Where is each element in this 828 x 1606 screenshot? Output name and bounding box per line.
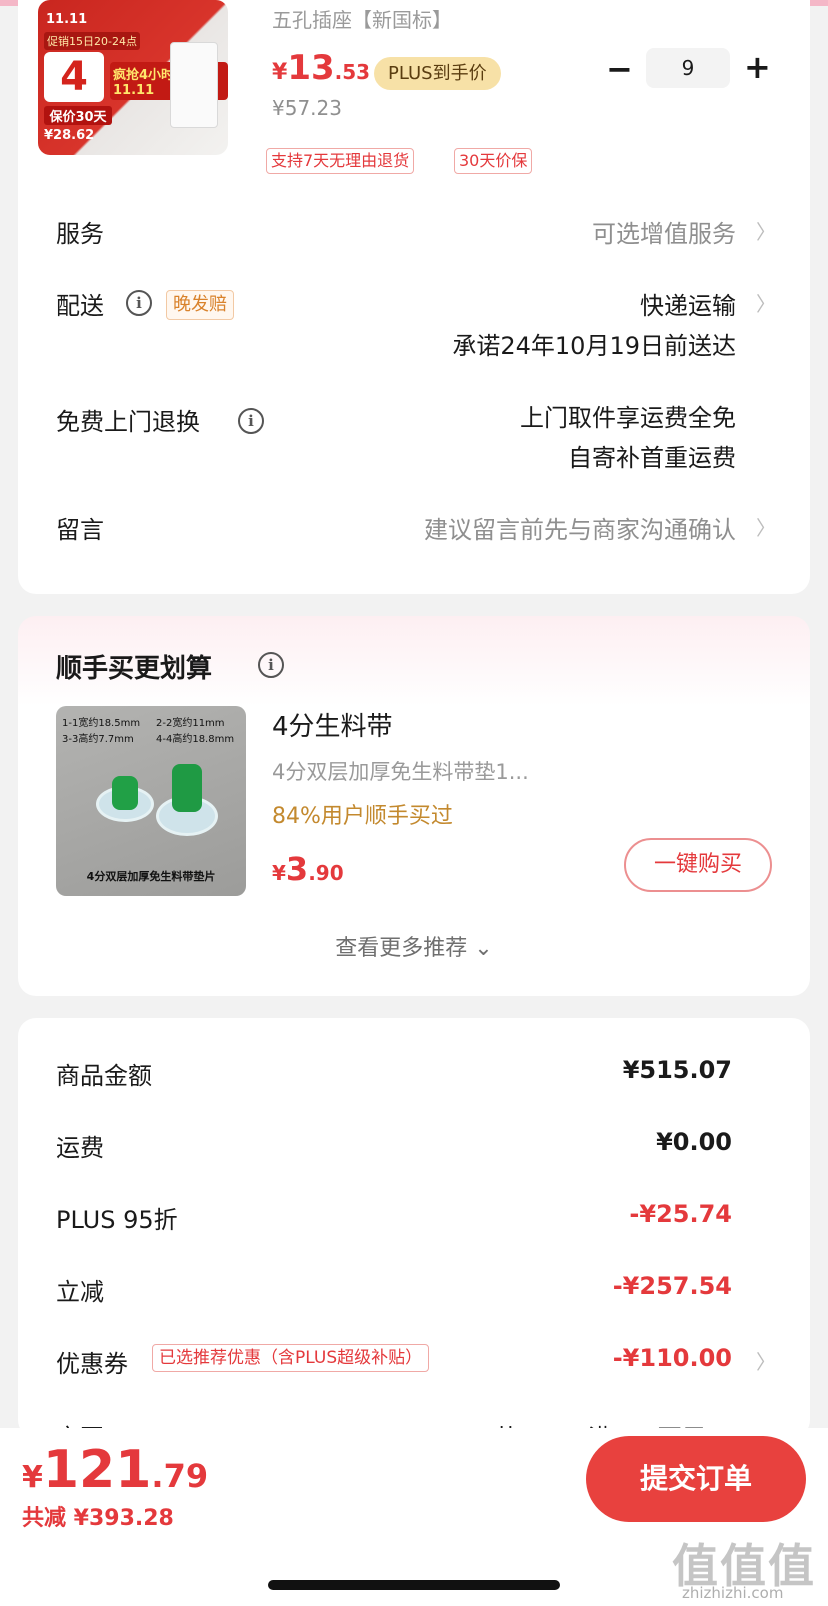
plus-discount-value: -¥25.74 [629, 1200, 732, 1228]
coupon-value[interactable]: -¥110.00 [613, 1344, 732, 1372]
shipping-value: ¥0.00 [656, 1128, 732, 1156]
total-price: ¥121.79 [22, 1440, 208, 1500]
price-currency: ¥ [272, 861, 286, 885]
site-watermark-url: zhizhizhi.com [682, 1584, 784, 1602]
instant-cut-value: -¥257.54 [612, 1272, 732, 1300]
coupon-label: 优惠券 [56, 1350, 128, 1378]
decrease-qty-button[interactable]: − [606, 50, 633, 88]
price-dec: .79 [151, 1457, 209, 1495]
discount-number: 4 [44, 52, 104, 102]
home-indicator[interactable] [268, 1580, 560, 1590]
product-title[interactable]: 五孔插座【新国标】 [272, 4, 452, 33]
total-saved: 共减 ¥393.28 [22, 1506, 174, 1531]
washer-core-image [112, 776, 138, 810]
price-int: 121 [42, 1440, 152, 1500]
increase-qty-button[interactable]: + [744, 48, 771, 86]
recommend-title: 顺手买更划算 [56, 654, 213, 684]
original-price: ¥57.23 [272, 96, 342, 120]
instant-cut-label: 立减 [56, 1278, 104, 1306]
recommend-price: ¥3.90 [272, 850, 344, 888]
info-icon[interactable]: i [238, 408, 264, 434]
goods-amount-value: ¥515.07 [622, 1056, 732, 1084]
quantity-field[interactable]: 9 [646, 48, 730, 88]
thumb-price: ¥28.62 [44, 128, 95, 143]
more-recommend-link[interactable]: 查看更多推荐 ⌄ [0, 930, 828, 962]
chevron-right-icon[interactable]: 〉 [756, 216, 776, 245]
socket-image [170, 42, 218, 128]
spec-text-2: 2-2宽约11mm [156, 718, 225, 729]
chevron-right-icon[interactable]: 〉 [756, 288, 776, 317]
product-thumbnail[interactable]: 11.11 促销15日20-24点 4 疯抢4小时 同价11.11 保价30天 … [38, 0, 228, 155]
price-dec: .53 [334, 60, 371, 84]
delivery-promise: 承诺24年10月19日前送达 [452, 332, 736, 360]
shipping-label: 运费 [56, 1134, 104, 1162]
service-value[interactable]: 可选增值服务 [592, 214, 736, 249]
price-currency: ¥ [272, 60, 288, 85]
service-label: 服务 [56, 220, 104, 248]
recommend-name[interactable]: 4分生料带 [272, 706, 393, 743]
thumbnail-caption: 4分双层加厚免生料带垫片 [86, 870, 216, 883]
delivery-label: 配送 [56, 292, 104, 320]
price-int: 13 [287, 48, 335, 88]
submit-order-button[interactable]: 提交订单 [586, 1436, 806, 1522]
delivery-method[interactable]: 快递运输 [640, 286, 736, 321]
spec-text-1: 1-1宽约18.5mm [62, 718, 141, 729]
goods-amount-label: 商品金额 [56, 1062, 152, 1090]
promo-banner: 11.11 [46, 12, 88, 27]
spec-text-4: 4-4高约18.8mm [156, 734, 235, 745]
price-currency: ¥ [22, 1460, 43, 1495]
price-int: 3 [285, 850, 309, 888]
recommend-desc: 4分双层加厚免生料带垫1... [272, 760, 529, 784]
free-return-label: 免费上门退换 [56, 408, 200, 436]
late-compensation-tag: 晚发赔 [166, 290, 234, 320]
price-dec: .90 [308, 861, 344, 885]
product-price: ¥13.53 [272, 48, 370, 88]
plus-discount-label: PLUS 95折 [56, 1206, 178, 1234]
coupon-selected-tag: 已选推荐优惠（含PLUS超级补贴） [152, 1344, 430, 1372]
recommend-thumbnail[interactable]: 1-1宽约18.5mm 2-2宽约11mm 3-3高约7.7mm 4-4高约18… [56, 706, 246, 896]
recommend-percent: 84%用户顺手买过 [272, 804, 453, 829]
washer-core-image [172, 764, 202, 812]
chevron-right-icon[interactable]: 〉 [756, 512, 776, 541]
guarantee-label: 保价30天 [44, 106, 112, 125]
free-return-value-1: 上门取件享运费全免 [520, 404, 736, 432]
price-protect-tag: 30天价保 [454, 148, 533, 174]
chevron-right-icon[interactable]: 〉 [756, 1346, 776, 1375]
plus-price-badge: PLUS到手价 [374, 57, 501, 90]
info-icon[interactable]: i [258, 652, 284, 678]
note-input[interactable]: 建议留言前先与商家沟通确认 [424, 510, 736, 545]
spec-text-3: 3-3高约7.7mm [62, 734, 134, 745]
return-policy-tag: 支持7天无理由退货 [266, 148, 415, 174]
note-label: 留言 [56, 516, 104, 544]
free-return-value-2: 自寄补首重运费 [568, 444, 736, 472]
one-click-buy-button[interactable]: 一键购买 [624, 838, 772, 892]
info-icon[interactable]: i [126, 290, 152, 316]
promo-time: 促销15日20-24点 [44, 32, 140, 50]
